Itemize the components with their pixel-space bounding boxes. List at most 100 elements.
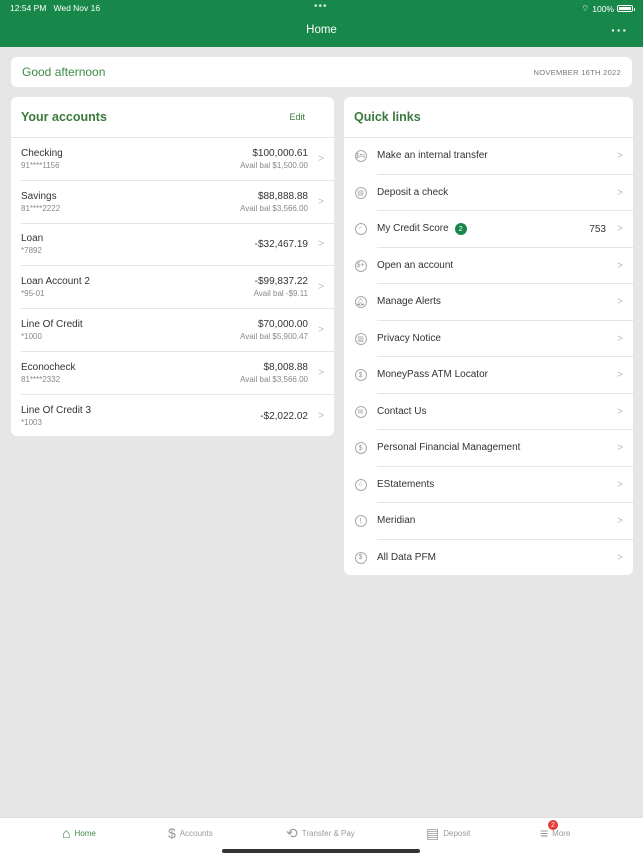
multitask-dots-icon[interactable]: ••• — [314, 1, 328, 12]
chevron-right-icon: > — [617, 369, 623, 381]
accounts-header: Your accounts Edit — [11, 97, 334, 138]
available-balance: Avail bal $3,566.00 — [240, 203, 308, 213]
tab-badge: 2 — [548, 820, 558, 830]
greeting-text: Good afternoon — [22, 65, 106, 79]
tab-label: Transfer & Pay — [301, 829, 355, 838]
quick-link-item[interactable]: $ All Data PFM > — [344, 540, 633, 576]
chevron-right-icon: > — [617, 223, 623, 235]
tab-deposit[interactable]: ▤ Deposit — [426, 825, 470, 842]
tab-more[interactable]: ≡ 2 More — [540, 820, 570, 841]
quick-link-label: Privacy Notice — [377, 332, 441, 344]
bank-icon: ⌂ — [344, 478, 377, 491]
account-balance: -$32,467.19 — [254, 238, 308, 250]
account-row[interactable]: Line Of Credit *1000 $70,000.00 Avail ba… — [21, 309, 334, 352]
quick-link-label: Contact Us — [377, 405, 427, 417]
account-info: Econocheck 81****2332 — [21, 361, 240, 385]
status-indicators: ⌔ 100% — [581, 3, 635, 14]
info-circle-icon: ! — [344, 515, 377, 528]
accounts-title: Your accounts — [21, 110, 107, 124]
dollar-circle-icon: $ — [344, 442, 377, 455]
account-row[interactable]: Savings 81****2222 $88,888.88 Avail bal … — [21, 181, 334, 224]
account-number: *7892 — [21, 246, 42, 256]
quick-link-label: All Data PFM — [377, 552, 436, 564]
chevron-right-icon: > — [617, 260, 623, 272]
transfer-pay-icon: ⟲ — [286, 825, 298, 841]
quick-link-item[interactable]: ✉ Contact Us > — [344, 394, 633, 430]
account-balance: $70,000.00 — [257, 319, 308, 331]
quick-link-item[interactable]: ⌂ EStatements > — [344, 467, 633, 503]
account-info: Savings 81****2222 — [21, 190, 240, 214]
edit-accounts-button[interactable]: Edit — [289, 112, 305, 122]
account-info: Line Of Credit *1000 — [21, 318, 240, 342]
tab-home[interactable]: ⌂ Home — [62, 825, 96, 841]
quick-link-body: Open an account — [377, 248, 633, 284]
deposit-icon: ▤ — [426, 825, 440, 841]
available-balance: Avail bal $3,566.00 — [240, 374, 308, 384]
quick-link-body: Personal Financial Management — [377, 430, 633, 467]
account-info: Loan *7892 — [21, 232, 255, 256]
quick-link-label: Manage Alerts — [377, 296, 441, 308]
chevron-right-icon: > — [318, 153, 324, 165]
account-balances: -$32,467.19 — [255, 238, 308, 251]
account-balances: -$99,837.22 Avail bal -$9.11 — [254, 275, 308, 299]
tab-transfer-pay[interactable]: ⟲ Transfer & Pay — [286, 825, 355, 842]
account-info: Loan Account 2 *95-01 — [21, 275, 254, 299]
account-number: 91****1156 — [21, 160, 60, 170]
account-balances: $100,000.61 Avail bal $1,500.00 — [240, 147, 308, 171]
account-balances: $88,888.88 Avail bal $3,566.00 — [240, 190, 308, 214]
account-balance: $88,888.88 — [257, 190, 308, 202]
chevron-right-icon: > — [617, 333, 623, 345]
chevron-right-icon: > — [617, 150, 623, 162]
accounts-list: Checking 91****1156 $100,000.61 Avail ba… — [11, 138, 334, 436]
account-balance: $8,008.88 — [263, 361, 309, 373]
account-row[interactable]: Econocheck 81****2332 $8,008.88 Avail ba… — [21, 352, 334, 395]
account-row[interactable]: Loan Account 2 *95-01 -$99,837.22 Avail … — [21, 266, 334, 310]
account-name: Loan — [21, 233, 44, 245]
quick-link-item[interactable]: ▥ Privacy Notice > — [344, 321, 633, 357]
status-time: 12:54 PM Wed Nov 16 — [10, 3, 101, 13]
ellipsis-icon[interactable]: ··· — [611, 22, 628, 38]
account-balances: $70,000.00 Avail bal $5,900.47 — [240, 318, 308, 342]
chevron-right-icon: > — [318, 410, 324, 422]
account-name: Line Of Credit — [21, 319, 83, 331]
tab-accounts[interactable]: $ Accounts — [168, 825, 213, 841]
account-balance: -$2,022.02 — [260, 410, 308, 422]
quick-link-label: EStatements — [377, 478, 435, 490]
quick-link-item[interactable]: 🔔︎ Manage Alerts > — [344, 284, 633, 321]
account-row[interactable]: Loan *7892 -$32,467.19 > — [21, 224, 334, 267]
quick-link-item[interactable]: $ Personal Financial Management > — [344, 430, 633, 467]
account-row[interactable]: Checking 91****1156 $100,000.61 Avail ba… — [21, 138, 334, 181]
quick-link-label: My Credit Score — [377, 223, 449, 235]
account-number: *1000 — [21, 332, 42, 342]
chevron-right-icon: > — [617, 187, 623, 199]
battery-icon — [617, 5, 635, 12]
quick-link-item[interactable]: $+ Open an account > — [344, 248, 633, 284]
account-balance: -$99,837.22 — [254, 276, 308, 288]
quick-link-item[interactable]: $⇆ Make an internal transfer > — [344, 138, 633, 175]
quick-links-list: $⇆ Make an internal transfer > ▤ Deposit… — [344, 138, 633, 575]
account-row[interactable]: Line Of Credit 3 *1003 -$2,022.02 > — [21, 395, 334, 436]
account-info: Checking 91****1156 — [21, 147, 240, 171]
greeting-date: NOVEMBER 16TH 2022 — [533, 67, 621, 77]
tab-label: Accounts — [179, 828, 213, 838]
quick-link-body: Make an internal transfer — [377, 138, 633, 175]
dollar-circle-icon: $ — [344, 551, 377, 564]
quick-link-body: Contact Us — [377, 394, 633, 430]
transfer-icon: $⇆ — [344, 150, 377, 163]
tab-label: Deposit — [443, 829, 471, 838]
gauge-icon: ◜ — [344, 223, 377, 236]
chevron-right-icon: > — [617, 479, 623, 491]
mail-icon: ✉ — [344, 405, 377, 418]
account-name: Loan Account 2 — [21, 276, 90, 288]
quick-link-body: Meridian — [377, 503, 633, 540]
quick-link-label: Personal Financial Management — [377, 442, 521, 454]
quick-link-item[interactable]: $ MoneyPass ATM Locator > — [344, 357, 633, 394]
notification-badge: 2 — [454, 222, 467, 235]
quick-link-item[interactable]: ◜ My Credit Score 2 753 > — [344, 211, 633, 248]
quick-link-item[interactable]: ! Meridian > — [344, 503, 633, 540]
quick-link-item[interactable]: ▤ Deposit a check > — [344, 175, 633, 211]
menu-icon: ≡ — [540, 825, 549, 841]
quick-link-body: Privacy Notice — [377, 321, 633, 357]
quick-link-body: Deposit a check — [377, 175, 633, 211]
account-name: Checking — [21, 147, 63, 159]
